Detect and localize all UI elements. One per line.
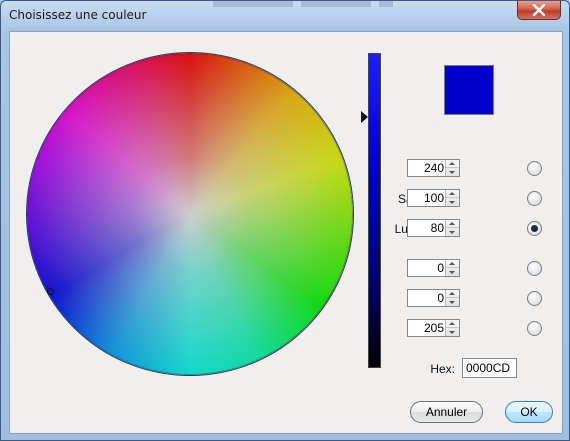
luminosite-spinner-arrows[interactable] (445, 220, 459, 236)
luminosite-spinner[interactable]: 80 (407, 219, 460, 237)
window-title: Choisissez une couleur (9, 8, 147, 22)
spin-up-icon[interactable] (449, 292, 455, 295)
color-picker-dialog: Choisissez une couleur Teinte: 240 Satur… (0, 0, 570, 441)
spin-down-icon[interactable] (449, 331, 455, 334)
luminosity-slider[interactable] (368, 53, 381, 368)
vert-spinner-arrows[interactable] (445, 290, 459, 306)
close-button[interactable] (517, 1, 561, 20)
rouge-value[interactable]: 0 (437, 261, 444, 275)
rouge-spinner-arrows[interactable] (445, 260, 459, 276)
saturation-spinner-arrows[interactable] (445, 190, 459, 206)
bleu-spinner[interactable]: 205 (407, 319, 460, 337)
teinte-value[interactable]: 240 (424, 161, 444, 175)
bleu-radio[interactable] (527, 321, 542, 336)
color-wheel-gradient[interactable] (27, 53, 353, 375)
teinte-radio[interactable] (527, 161, 542, 176)
title-bar[interactable]: Choisissez une couleur (1, 1, 569, 29)
spin-up-icon[interactable] (449, 222, 455, 225)
saturation-value[interactable]: 100 (424, 191, 444, 205)
background-window-fragment (379, 1, 393, 7)
spin-down-icon[interactable] (449, 171, 455, 174)
spin-up-icon[interactable] (449, 192, 455, 195)
spin-down-icon[interactable] (449, 271, 455, 274)
vert-spinner[interactable]: 0 (407, 289, 460, 307)
dialog-content: Teinte: 240 Saturation: 100 Luminosité: … (9, 31, 563, 434)
background-window-fragment (213, 1, 293, 7)
color-wheel[interactable] (27, 53, 353, 375)
vert-radio[interactable] (527, 291, 542, 306)
luminosite-radio[interactable] (527, 221, 542, 236)
spin-up-icon[interactable] (449, 322, 455, 325)
spin-down-icon[interactable] (449, 231, 455, 234)
ok-button[interactable]: OK (505, 401, 553, 423)
close-icon (532, 4, 546, 16)
hex-label: Hex: (430, 362, 455, 376)
bleu-spinner-arrows[interactable] (445, 320, 459, 336)
cancel-button[interactable]: Annuler (410, 401, 483, 423)
luminosity-slider-pointer[interactable] (361, 111, 368, 123)
luminosite-value[interactable]: 80 (431, 221, 444, 235)
teinte-spinner-arrows[interactable] (445, 160, 459, 176)
rouge-radio[interactable] (527, 261, 542, 276)
spin-down-icon[interactable] (449, 301, 455, 304)
color-preview-swatch (444, 65, 494, 115)
rouge-spinner[interactable]: 0 (407, 259, 460, 277)
spin-down-icon[interactable] (449, 201, 455, 204)
saturation-spinner[interactable]: 100 (407, 189, 460, 207)
spin-up-icon[interactable] (449, 262, 455, 265)
bleu-value[interactable]: 205 (424, 321, 444, 335)
hex-field[interactable]: 0000CD (462, 358, 517, 378)
spin-up-icon[interactable] (449, 162, 455, 165)
vert-value[interactable]: 0 (437, 291, 444, 305)
saturation-radio[interactable] (527, 191, 542, 206)
color-wheel-selection-marker[interactable] (47, 288, 54, 295)
background-window-fragment (301, 1, 371, 7)
teinte-spinner[interactable]: 240 (407, 159, 460, 177)
